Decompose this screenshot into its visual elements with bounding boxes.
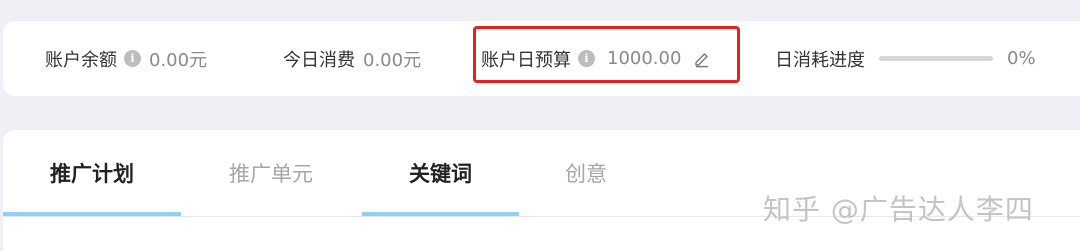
stat-label-today-spend: 今日消费 — [283, 49, 355, 71]
stat-daily-progress: 日消耗进度 0% — [775, 21, 1036, 96]
tab-keywords-label: 关键词 — [409, 162, 472, 186]
stat-value-daily-budget: 1000.00 — [607, 48, 682, 69]
stat-value-balance: 0.00元 — [149, 49, 208, 71]
stat-label-balance: 账户余额 — [45, 49, 117, 71]
tab-ad-group[interactable]: 推广单元 — [191, 130, 351, 216]
info-icon[interactable]: i — [124, 50, 141, 67]
stat-today-spend: 今日消费 0.00元 — [283, 21, 421, 96]
watermark-text: 知乎 @广告达人李四 — [763, 193, 1034, 226]
stat-value-today-spend: 0.00元 — [363, 49, 422, 71]
stat-label-daily-budget: 账户日预算 — [481, 49, 571, 71]
daily-progress-bar — [879, 56, 993, 61]
account-stats-bar: 账户余额 i 0.00元 今日消费 0.00元 账户日预算 i 1000.00 … — [3, 21, 1080, 96]
tab-keywords[interactable]: 关键词 — [362, 130, 519, 216]
stat-account-balance: 账户余额 i 0.00元 — [45, 21, 207, 96]
tab-ad-group-label: 推广单元 — [229, 162, 313, 186]
info-icon[interactable]: i — [578, 50, 595, 67]
tab-campaign-label: 推广计划 — [50, 162, 134, 186]
daily-progress-text: 0% — [1007, 48, 1036, 69]
stat-daily-budget: 账户日预算 i 1000.00 — [481, 21, 711, 96]
tab-creative-label: 创意 — [565, 162, 607, 186]
pencil-icon[interactable] — [693, 50, 711, 68]
tabs-panel: 推广计划 推广单元 关键词 创意 知乎 @广告达人李四 — [3, 130, 1080, 251]
tab-creative[interactable]: 创意 — [519, 130, 653, 216]
tab-campaign[interactable]: 推广计划 — [3, 130, 181, 216]
stat-label-daily-progress: 日消耗进度 — [775, 49, 865, 71]
